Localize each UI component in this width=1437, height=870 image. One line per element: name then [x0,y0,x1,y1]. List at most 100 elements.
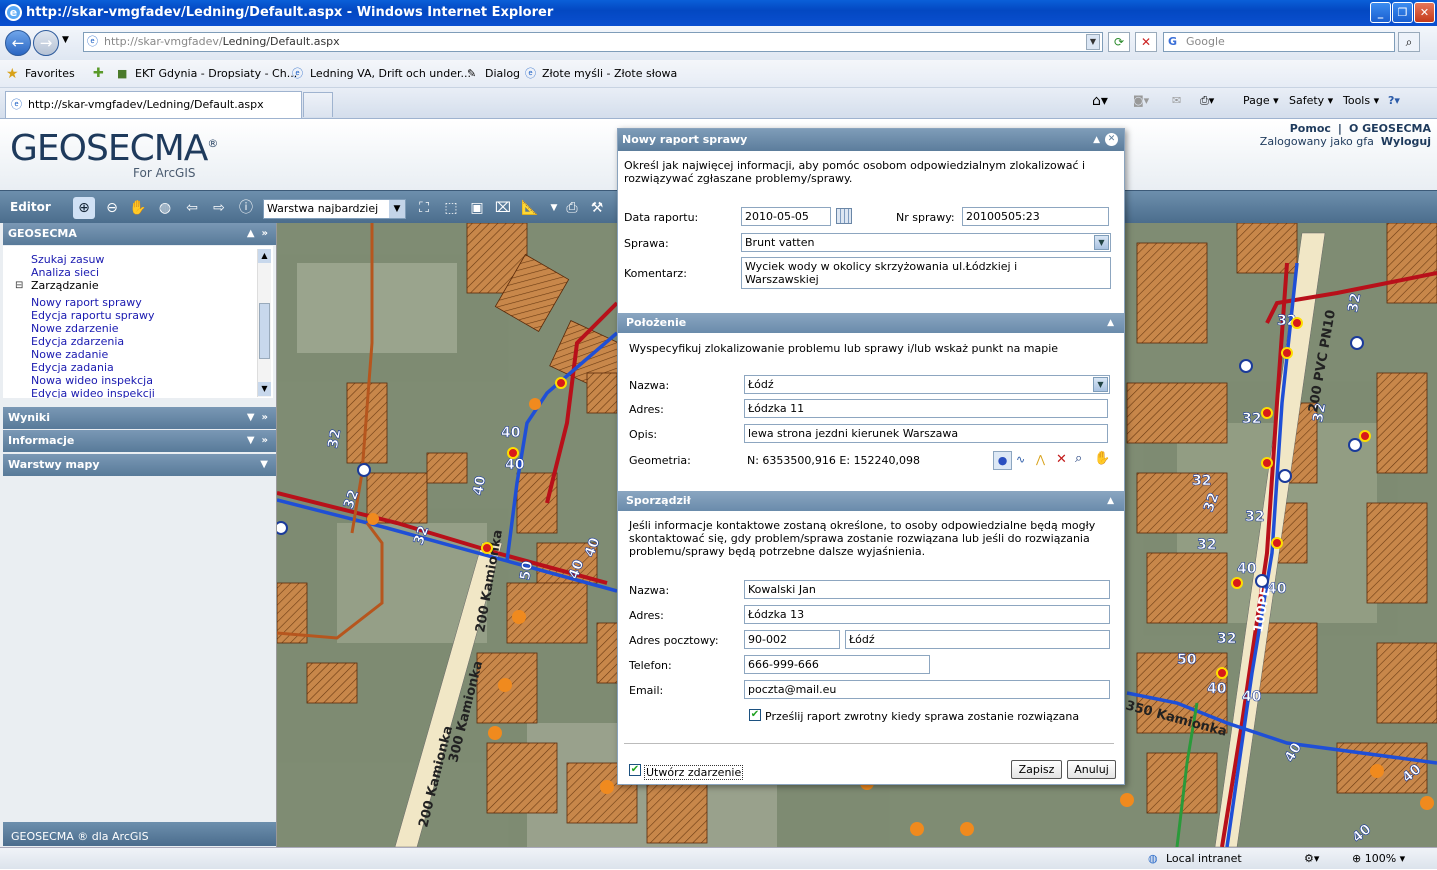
clear-selection-icon[interactable]: ⌧ [492,197,514,219]
about-link[interactable]: O GEOSECMA [1349,122,1431,135]
point-pin-icon[interactable]: ● [993,451,1012,470]
tab-current[interactable]: ⓔ http://skar-vmgfadev/Ledning/Default.a… [5,91,302,118]
full-extent-icon[interactable]: ◍ [154,197,176,219]
nav-nowa-wideo[interactable]: Nowa wideo inspekcja [31,374,153,387]
fav-link-4[interactable]: Złote myśli - Złote słowa [542,60,677,88]
email-input[interactable]: poczta@mail.eu [744,680,1110,699]
polygon-icon[interactable]: ⋀ [1036,453,1045,466]
panel-informacje-header[interactable]: Informacje ▼ » [3,430,276,452]
pan-icon[interactable]: ✋ [1094,451,1110,466]
cancel-button[interactable]: Anuluj [1067,760,1116,779]
panel-warstwy-header[interactable]: Warstwy mapy ▼ [3,454,276,476]
select-layer-icon[interactable]: ▣ [466,197,488,219]
close-window-button[interactable]: ✕ [1414,2,1435,23]
print-map-icon[interactable]: ⎙ [561,197,583,219]
section-collapse-icon[interactable]: ▲ [1107,313,1114,333]
nav-nowe-zadanie[interactable]: Nowe zadanie [31,348,108,361]
url-input[interactable]: ⓔ http://skar-vmgfadev/Ledning/Default.a… [83,32,1103,52]
refresh-icon[interactable]: ⟳ [1108,32,1130,52]
location-section-header[interactable]: Położenie ▲ [618,313,1124,333]
previous-extent-icon[interactable]: ⇦ [181,197,203,219]
zoom-level[interactable]: ⊕ 100% ▾ [1352,848,1405,870]
section-collapse-icon[interactable]: ▲ [1107,491,1114,511]
logout-link[interactable]: Wyloguj [1381,135,1431,148]
author-addr-input[interactable]: Łódzka 13 [744,605,1110,624]
measure-icon[interactable]: 📐 [519,197,541,219]
expand-icon[interactable]: ▼ [260,454,268,476]
dialog-collapse-icon[interactable]: ▲ [1093,129,1100,151]
collapse-icon[interactable]: ▲ » [247,223,268,245]
delete-geometry-icon[interactable]: ✕ [1056,452,1067,467]
dialog-titlebar[interactable]: Nowy raport sprawy ▲ ✕ [618,129,1124,151]
loc-addr-input[interactable]: Łódzka 11 [744,399,1108,418]
calendar-icon[interactable] [836,208,852,224]
loc-name-select[interactable]: Łódź ▼ [744,375,1110,394]
home-icon[interactable]: ⌂▾ [1092,94,1108,108]
phone-input[interactable]: 666-999-666 [744,655,930,674]
collapse-tree-icon[interactable]: ⊟ [15,279,23,292]
stop-icon[interactable]: ✕ [1135,32,1157,52]
protected-mode-icon[interactable]: ⚙▾ [1304,848,1319,870]
nav-analiza-sieci[interactable]: Analiza sieci [31,266,99,279]
tools-menu[interactable]: Tools ▾ [1343,94,1379,108]
select-rectangle-icon[interactable]: ⬚ [440,197,462,219]
next-extent-icon[interactable]: ⇨ [208,197,230,219]
pan-hand-icon[interactable]: ✋ [127,197,149,219]
search-button-icon[interactable]: ⌕ [1398,32,1420,52]
expand-icon[interactable]: ▼ » [247,407,268,429]
postcode-input[interactable]: 90-002 [744,630,840,649]
history-dropdown-icon[interactable]: ▼ [62,35,69,45]
nav-edycja-wideo[interactable]: Edycja wideo inspekcji [31,387,155,398]
city-input[interactable]: Łódź [845,630,1110,649]
date-input[interactable]: 2010-05-05 [741,207,831,226]
minimize-button[interactable]: _ [1370,2,1391,23]
polyline-icon[interactable]: ∿ [1016,453,1025,466]
scroll-thumb[interactable] [259,303,270,359]
nav-szukaj-zasuw[interactable]: Szukaj zasuw [31,253,104,266]
expand-icon[interactable]: ▼ » [247,430,268,452]
mail-icon[interactable]: ✉ [1172,94,1181,108]
scroll-down-icon[interactable]: ▼ [258,382,271,396]
fav-link-1[interactable]: EKT Gdynia - Dropsiaty - Ch... [135,60,297,88]
nav-edycja-zadania[interactable]: Edycja zadania [31,361,114,374]
author-section-header[interactable]: Sporządził ▲ [618,491,1124,511]
forward-button[interactable]: → [33,30,59,56]
layer-select[interactable]: Warstwa najbardziej ▼ [263,199,406,219]
nav-group-zarzadzanie[interactable]: Zarządzanie [31,279,99,292]
nav-nowy-raport[interactable]: Nowy raport sprawy [31,296,142,309]
new-tab-button[interactable] [303,92,333,117]
favorites-star-icon[interactable]: ★ [6,60,19,88]
help-link[interactable]: Pomoc [1290,122,1331,135]
save-button[interactable]: Zapisz [1011,760,1062,779]
identify-icon[interactable]: ⓘ [235,197,257,219]
fav-link-2[interactable]: Ledning VA, Drift och under... [310,60,471,88]
select-features-icon[interactable]: ⛶ [413,197,435,219]
search-input[interactable]: G Google [1163,32,1395,52]
back-button[interactable]: ← [5,30,31,56]
author-name-input[interactable]: Kowalski Jan [744,580,1110,599]
add-favorite-icon[interactable]: ✚ [93,60,104,88]
nav-nowe-zdarzenie[interactable]: Nowe zdarzenie [31,322,119,335]
dialog-close-icon[interactable]: ✕ [1105,133,1118,146]
url-dropdown-icon[interactable]: ▼ [1086,34,1100,50]
maximize-button[interactable]: ❐ [1392,2,1413,23]
print-icon[interactable]: ⎙▾ [1200,94,1214,108]
tools-icon[interactable]: ⚒ [586,197,608,219]
zoom-out-icon[interactable]: ⊖ [101,197,123,219]
zoom-in-icon[interactable]: ⊕ [73,197,95,219]
create-event-checkbox[interactable]: ✔ [629,764,641,776]
safety-menu[interactable]: Safety ▾ [1289,94,1333,108]
loc-desc-input[interactable]: lewa strona jezdni kierunek Warszawa [744,424,1108,443]
nav-scrollbar[interactable]: ▲ ▼ [257,249,271,397]
zoom-to-icon[interactable]: ⌕ [1075,451,1082,466]
case-select[interactable]: Brunt vatten ▼ [741,233,1111,252]
help-icon[interactable]: ?▾ [1388,94,1400,108]
scroll-up-icon[interactable]: ▲ [258,249,271,263]
favorites-button[interactable]: Favorites [25,60,75,88]
feedback-checkbox[interactable]: ✔ [749,709,761,721]
page-menu[interactable]: Page ▾ [1243,94,1279,108]
panel-geosecma-header[interactable]: GEOSECMA ▲ » [3,223,276,245]
nav-edycja-raportu[interactable]: Edycja raportu sprawy [31,309,155,322]
comment-textarea[interactable]: Wyciek wody w okolicy skrzyżowania ul.Łó… [741,257,1111,289]
panel-wyniki-header[interactable]: Wyniki ▼ » [3,407,276,429]
